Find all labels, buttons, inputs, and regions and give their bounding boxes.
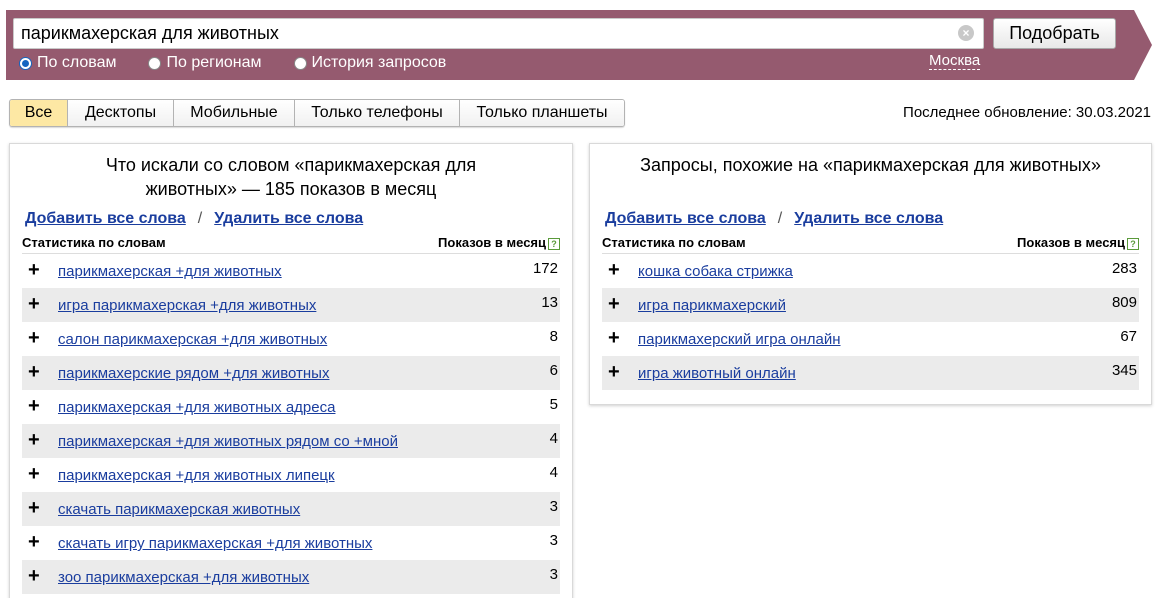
table-header: Статистика по словам Показов в месяц? <box>22 235 560 254</box>
table-row: + скачать игру парикмахерская +для животн… <box>22 526 560 560</box>
add-phrase-icon[interactable]: + <box>28 464 42 484</box>
phrase-link[interactable]: игра парикмахерская +для животных <box>58 297 316 314</box>
help-icon[interactable]: ? <box>548 237 560 250</box>
add-all-words-link[interactable]: Добавить все слова <box>25 210 186 227</box>
add-phrase-icon[interactable]: + <box>608 362 622 382</box>
clear-search-icon[interactable]: × <box>958 25 974 41</box>
last-update-text: Последнее обновление: 30.03.2021 <box>903 104 1151 121</box>
add-phrase-icon[interactable]: + <box>28 362 42 382</box>
add-phrase-icon[interactable]: + <box>28 498 42 518</box>
add-phrase-icon[interactable]: + <box>28 396 42 416</box>
impressions-count: 67 <box>1120 328 1137 345</box>
table-row: + парикмахерские рядом +для животных 6 <box>22 356 560 390</box>
panel-actions: Добавить все слова / Удалить все слова <box>10 210 572 228</box>
similar-queries-table: + кошка собака стрижка 283 + игра парикмахер… <box>602 254 1139 390</box>
radio-button-icon[interactable] <box>19 56 32 70</box>
add-phrase-icon[interactable]: + <box>28 260 42 280</box>
panel-title: Что искали со словом «парикмахерская для… <box>105 155 477 199</box>
add-phrase-icon[interactable]: + <box>608 294 622 314</box>
impressions-count: 5 <box>549 396 558 413</box>
region-link[interactable]: Москва <box>929 53 981 70</box>
tab-desktops[interactable]: Десктопы <box>68 100 174 126</box>
table-row: + игра парикмахерский 809 <box>602 288 1139 322</box>
add-phrase-icon[interactable]: + <box>28 430 42 450</box>
add-phrase-icon[interactable]: + <box>608 328 622 348</box>
tab-all[interactable]: Все <box>10 100 68 126</box>
table-row: + игра животный онлайн 345 <box>602 356 1139 390</box>
panel-actions: Добавить все слова / Удалить все слова <box>590 210 1151 228</box>
add-phrase-icon[interactable]: + <box>28 566 42 586</box>
words-table: + парикмахерская +для животных 172 + игра па… <box>22 254 560 594</box>
add-phrase-icon[interactable]: + <box>28 328 42 348</box>
radio-by-regions[interactable]: По регионам <box>148 54 262 72</box>
impressions-count: 172 <box>532 260 558 277</box>
phrase-link[interactable]: кошка собака стрижка <box>638 263 793 280</box>
table-row: + парикмахерская +для животных 172 <box>22 254 560 288</box>
table-header: Статистика по словам Показов в месяц? <box>602 235 1139 254</box>
impressions-count: 809 <box>1111 294 1137 311</box>
radio-by-words[interactable]: По словам <box>19 54 116 72</box>
phrase-link[interactable]: игра парикмахерский <box>638 297 786 314</box>
search-input[interactable] <box>13 18 984 49</box>
table-row: + парикмахерский игра онлайн 67 <box>602 322 1139 356</box>
phrase-link[interactable]: игра животный онлайн <box>638 365 796 382</box>
phrase-link[interactable]: салон парикмахерская +для животных <box>58 331 327 348</box>
radio-label: История запросов <box>311 54 447 71</box>
impressions-count: 4 <box>549 430 558 447</box>
phrase-link[interactable]: парикмахерская +для животных адреса <box>58 399 335 416</box>
similar-queries-panel: Запросы, похожие на «парикмахерская для … <box>589 143 1152 405</box>
table-row: + салон парикмахерская +для животных 8 <box>22 322 560 356</box>
impressions-count: 8 <box>549 328 558 345</box>
table-row: + игра парикмахерская +для животных 13 <box>22 288 560 322</box>
phrase-link[interactable]: парикмахерская +для животных рядом со +м… <box>58 433 398 450</box>
table-row: + парикмахерская +для животных адреса 5 <box>22 390 560 424</box>
search-mode-group: По словам По регионам История запросов <box>19 53 478 73</box>
column-header-phrase: Статистика по словам <box>602 235 746 250</box>
column-header-phrase: Статистика по словам <box>22 235 166 250</box>
add-phrase-icon[interactable]: + <box>608 260 622 280</box>
radio-query-history[interactable]: История запросов <box>293 54 447 72</box>
phrase-link[interactable]: парикмахерская +для животных липецк <box>58 467 335 484</box>
actions-separator: / <box>777 210 783 227</box>
impressions-count: 3 <box>549 566 558 583</box>
table-row: + кошка собака стрижка 283 <box>602 254 1139 288</box>
add-phrase-icon[interactable]: + <box>28 294 42 314</box>
add-phrase-icon[interactable]: + <box>28 532 42 552</box>
impressions-count: 13 <box>541 294 558 311</box>
radio-button-icon[interactable] <box>148 56 162 70</box>
phrase-link[interactable]: скачать игру парикмахерская +для животны… <box>58 535 372 552</box>
table-row: + зоо парикмахерская +для животных 3 <box>22 560 560 594</box>
radio-label: По регионам <box>166 54 262 71</box>
column-header-count: Показов в месяц? <box>1017 235 1139 250</box>
actions-separator: / <box>197 210 203 227</box>
find-button[interactable]: Подобрать <box>993 18 1116 49</box>
panel-title: Запросы, похожие на «парикмахерская для … <box>640 155 1101 175</box>
add-all-words-link[interactable]: Добавить все слова <box>605 210 766 227</box>
impressions-count: 283 <box>1111 260 1137 277</box>
words-panel: Что искали со словом «парикмахерская для… <box>9 143 573 598</box>
table-row: + парикмахерская +для животных рядом со +… <box>22 424 560 458</box>
impressions-count: 4 <box>549 464 558 481</box>
tab-phones-only[interactable]: Только телефоны <box>295 100 460 126</box>
impressions-count: 6 <box>549 362 558 379</box>
table-row: + скачать парикмахерская животных 3 <box>22 492 560 526</box>
column-header-count: Показов в месяц? <box>438 235 560 250</box>
phrase-link[interactable]: парикмахерские рядом +для животных <box>58 365 329 382</box>
table-row: + парикмахерская +для животных липецк 4 <box>22 458 560 492</box>
radio-button-icon[interactable] <box>293 56 307 70</box>
remove-all-words-link[interactable]: Удалить все слова <box>214 210 363 227</box>
radio-label: По словам <box>37 54 117 71</box>
help-icon[interactable]: ? <box>1127 237 1139 250</box>
phrase-link[interactable]: скачать парикмахерская животных <box>58 501 300 518</box>
phrase-link[interactable]: парикмахерская +для животных <box>58 263 282 280</box>
phrase-link[interactable]: парикмахерский игра онлайн <box>638 331 841 348</box>
tab-tablets-only[interactable]: Только планшеты <box>460 100 624 126</box>
impressions-count: 3 <box>549 498 558 515</box>
phrase-link[interactable]: зоо парикмахерская +для животных <box>58 569 309 586</box>
impressions-count: 345 <box>1111 362 1137 379</box>
impressions-count: 3 <box>549 532 558 549</box>
device-tabs: Все Десктопы Мобильные Только телефоны Т… <box>9 99 625 127</box>
remove-all-words-link[interactable]: Удалить все слова <box>794 210 943 227</box>
tab-mobile[interactable]: Мобильные <box>174 100 295 126</box>
